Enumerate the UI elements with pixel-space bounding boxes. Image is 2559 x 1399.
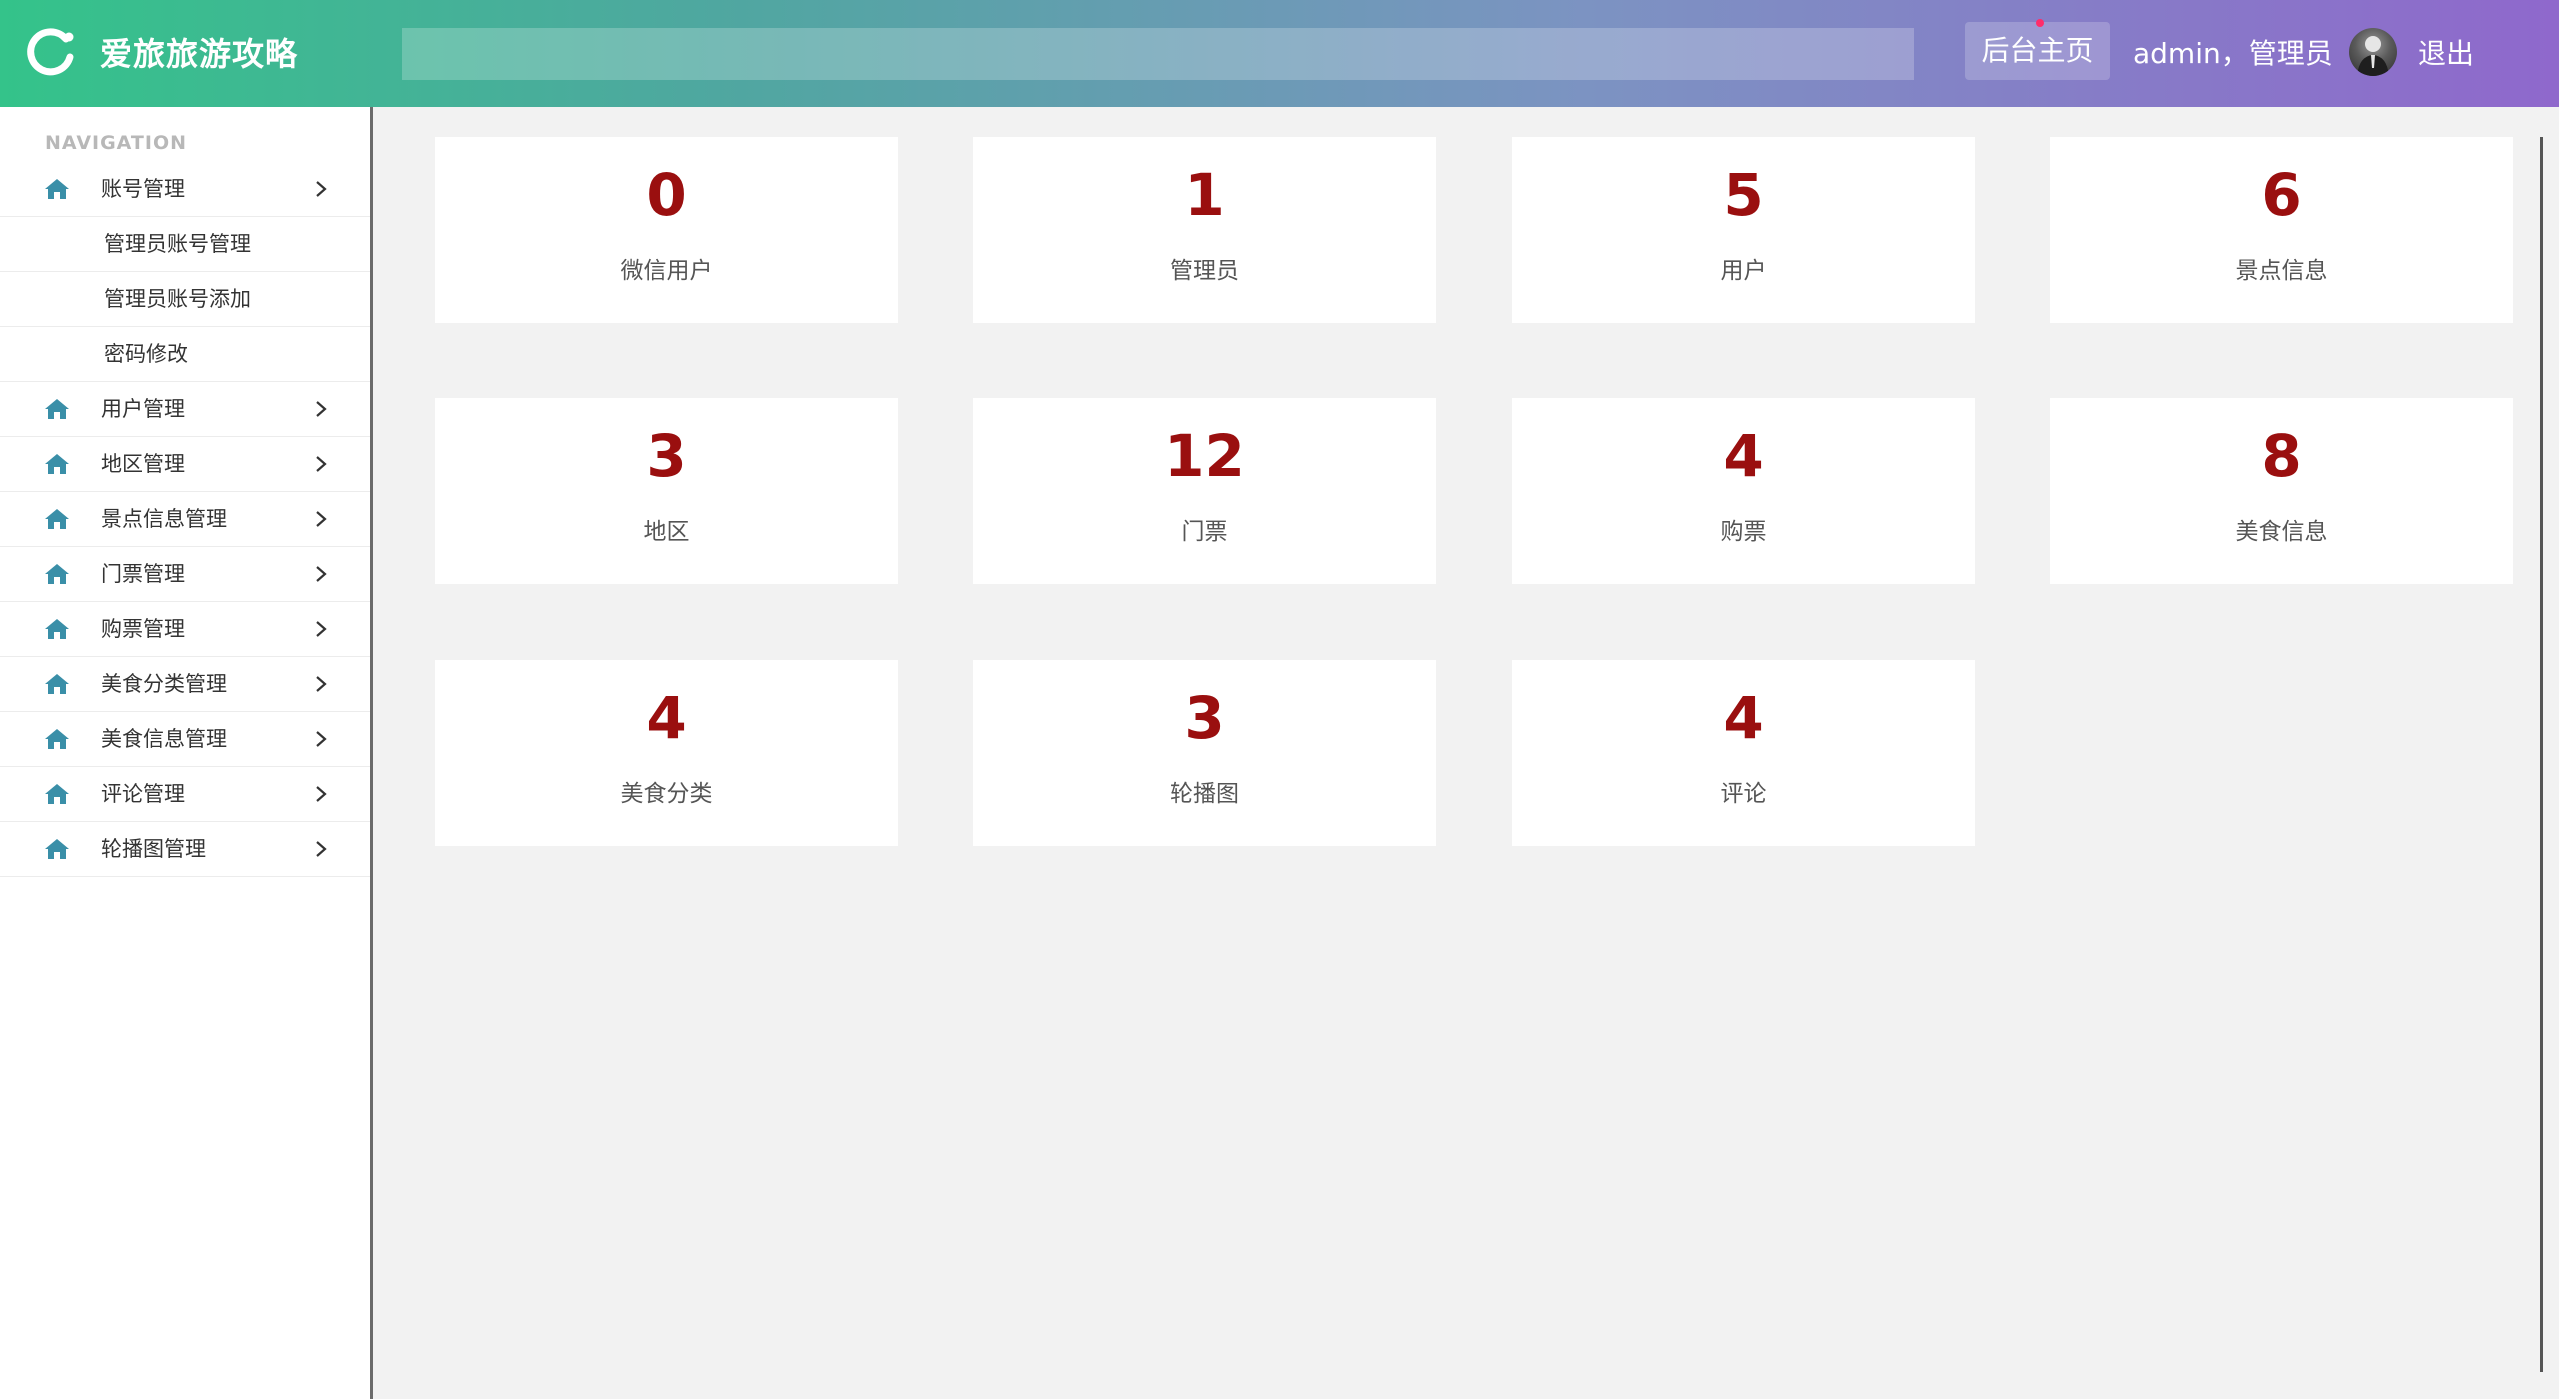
chevron-right-icon [316, 621, 327, 637]
stat-card-admins[interactable]: 1 管理员 [973, 137, 1436, 323]
notification-dot [2036, 19, 2044, 27]
sidebar-item-label: 景点信息管理 [101, 507, 227, 531]
home-icon [45, 839, 69, 859]
stat-label: 地区 [643, 519, 690, 545]
app-title: 爱旅旅游攻略 [100, 35, 299, 73]
sidebar-item-comments[interactable]: 评论管理 [0, 767, 370, 822]
chevron-right-icon [316, 676, 327, 692]
logo-icon [27, 28, 74, 76]
stat-card-purchases[interactable]: 4 购票 [1512, 398, 1975, 584]
chevron-right-icon [316, 456, 327, 472]
home-icon [45, 179, 69, 199]
sidebar-item-regions[interactable]: 地区管理 [0, 437, 370, 492]
sidebar-subitem-admin-accounts[interactable]: 管理员账号管理 [0, 217, 370, 272]
stat-label: 购票 [1720, 519, 1767, 545]
stat-label: 微信用户 [620, 258, 713, 284]
sidebar-item-label: 美食信息管理 [101, 727, 227, 751]
sidebar-menu: 账号管理 管理员账号管理 管理员账号添加 密码修改 用户管理 地区管理 景点信息… [0, 162, 370, 877]
stat-value: 12 [1164, 422, 1245, 490]
stat-value: 6 [2261, 161, 2302, 229]
search-input[interactable] [402, 28, 1914, 80]
chevron-right-icon [316, 401, 327, 417]
nav-caption: NAVIGATION [45, 132, 187, 154]
stat-label: 门票 [1181, 519, 1228, 545]
avatar[interactable] [2349, 28, 2397, 76]
avatar-person-icon [2357, 36, 2389, 76]
sidebar-item-label: 用户管理 [101, 397, 185, 421]
stat-value: 0 [646, 161, 687, 229]
user-label: admin，管理员 [2133, 37, 2333, 70]
sidebar-subitem-add-admin[interactable]: 管理员账号添加 [0, 272, 370, 327]
stat-value: 5 [1723, 161, 1764, 229]
stat-card-users[interactable]: 5 用户 [1512, 137, 1975, 323]
sidebar-subitem-label: 密码修改 [104, 342, 188, 366]
stat-value: 3 [1184, 684, 1225, 752]
sidebar-item-label: 美食分类管理 [101, 672, 227, 696]
stat-card-wechat-users[interactable]: 0 微信用户 [435, 137, 898, 323]
home-icon [45, 399, 69, 419]
stat-card-comments[interactable]: 4 评论 [1512, 660, 1975, 846]
chevron-right-icon [316, 731, 327, 747]
home-icon [45, 454, 69, 474]
sidebar-subitem-change-password[interactable]: 密码修改 [0, 327, 370, 382]
stat-value: 1 [1184, 161, 1225, 229]
sidebar-item-label: 轮播图管理 [101, 837, 206, 861]
stat-label: 轮播图 [1170, 781, 1239, 807]
sidebar-item-label: 购票管理 [101, 617, 185, 641]
stat-card-tickets[interactable]: 12 门票 [973, 398, 1436, 584]
sidebar-item-carousel[interactable]: 轮播图管理 [0, 822, 370, 877]
top-header: 爱旅旅游攻略 后台主页 admin，管理员 退出 [0, 0, 2559, 107]
chevron-right-icon [316, 786, 327, 802]
stat-card-carousel[interactable]: 3 轮播图 [973, 660, 1436, 846]
stat-value: 4 [646, 684, 687, 752]
stat-value: 3 [646, 422, 687, 490]
admin-home-button[interactable]: 后台主页 [1965, 22, 2110, 80]
sidebar-item-food-categories[interactable]: 美食分类管理 [0, 657, 370, 712]
chevron-right-icon [316, 841, 327, 857]
chevron-right-icon [316, 181, 327, 197]
stat-card-regions[interactable]: 3 地区 [435, 398, 898, 584]
stat-label: 评论 [1720, 781, 1767, 807]
dashboard-main: 0 微信用户 1 管理员 5 用户 6 景点信息 3 地区 12 门票 4 购票… [373, 107, 2559, 1399]
sidebar-item-label: 地区管理 [101, 452, 185, 476]
home-icon [45, 729, 69, 749]
home-icon [45, 509, 69, 529]
stat-card-food-info[interactable]: 8 美食信息 [2050, 398, 2513, 584]
sidebar-item-attractions[interactable]: 景点信息管理 [0, 492, 370, 547]
sidebar-item-label: 账号管理 [101, 177, 185, 201]
stat-value: 4 [1723, 422, 1764, 490]
stat-value: 8 [2261, 422, 2302, 490]
home-icon [45, 784, 69, 804]
sidebar-item-label: 门票管理 [101, 562, 185, 586]
sidebar-item-users[interactable]: 用户管理 [0, 382, 370, 437]
home-icon [45, 674, 69, 694]
logout-link[interactable]: 退出 [2418, 28, 2474, 80]
sidebar-item-account[interactable]: 账号管理 [0, 162, 370, 217]
home-icon [45, 619, 69, 639]
sidebar-subitem-label: 管理员账号管理 [104, 232, 251, 256]
sidebar-item-label: 评论管理 [101, 782, 185, 806]
stat-label: 美食信息 [2235, 519, 2328, 545]
chevron-right-icon [316, 511, 327, 527]
stat-card-attractions[interactable]: 6 景点信息 [2050, 137, 2513, 323]
chevron-right-icon [316, 566, 327, 582]
stat-label: 用户 [1720, 258, 1767, 284]
stat-value: 4 [1723, 684, 1764, 752]
stat-label: 景点信息 [2235, 258, 2328, 284]
stat-card-food-categories[interactable]: 4 美食分类 [435, 660, 898, 846]
sidebar-item-tickets[interactable]: 门票管理 [0, 547, 370, 602]
stat-label: 美食分类 [620, 781, 713, 807]
sidebar-subitem-label: 管理员账号添加 [104, 287, 251, 311]
stat-label: 管理员 [1170, 258, 1239, 284]
home-icon [45, 564, 69, 584]
content-scrollbar[interactable] [2540, 137, 2543, 1372]
sidebar-item-food-info[interactable]: 美食信息管理 [0, 712, 370, 767]
sidebar-item-purchases[interactable]: 购票管理 [0, 602, 370, 657]
sidebar: NAVIGATION 账号管理 管理员账号管理 管理员账号添加 密码修改 用户管… [0, 107, 373, 1399]
